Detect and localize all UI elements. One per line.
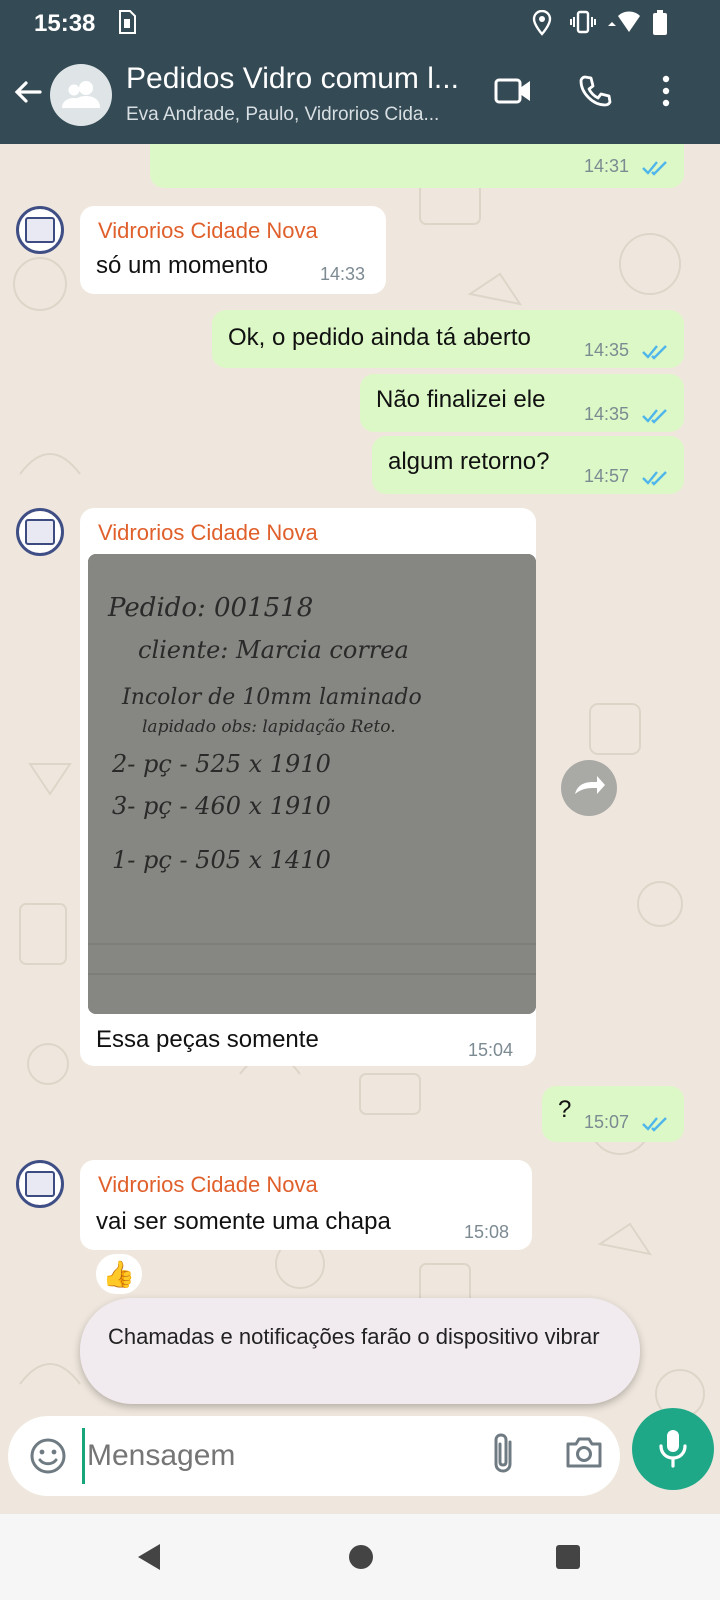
read-ticks-icon (642, 466, 670, 494)
message-bubble-outgoing[interactable]: 14:31 (150, 144, 684, 188)
nav-home-icon[interactable] (348, 1542, 374, 1577)
read-ticks-icon (642, 340, 670, 368)
message-text: Ok, o pedido ainda tá aberto (228, 324, 531, 351)
status-time: 15:38 (34, 10, 96, 37)
message-text: só um momento (96, 252, 269, 279)
vibrate-icon (570, 10, 596, 39)
message-bubble-incoming[interactable]: Vidrorios Cidade Nova só um momento 14:3… (80, 206, 386, 294)
message-bubble-incoming[interactable]: Vidrorios Cidade Nova vai ser somente um… (80, 1160, 532, 1250)
order-photo[interactable]: Pedido: 001518 cliente: Marcia correa In… (88, 554, 536, 1014)
reaction-thumbs-up-icon[interactable]: 👍 (94, 1252, 144, 1296)
location-icon (532, 9, 552, 41)
chat-header: Pedidos Vidro comum l... Eva Andrade, Pa… (0, 48, 720, 144)
battery-icon (652, 10, 668, 41)
nav-back-icon[interactable] (136, 1542, 162, 1577)
message-text: Não finalizei ele (376, 386, 546, 413)
microphone-icon (659, 1430, 687, 1468)
read-ticks-icon (642, 1112, 670, 1140)
image-caption: Essa peças somente (96, 1026, 319, 1053)
message-text: algum retorno? (388, 448, 550, 475)
read-ticks-icon (642, 404, 670, 432)
message-text: ? (558, 1096, 572, 1123)
sender-name: Vidrorios Cidade Nova (98, 520, 318, 545)
photo-line-3: Incolor de 10mm laminado (121, 685, 422, 710)
photo-line-5: 2- pç - 525 x 1910 (111, 750, 331, 778)
more-options-icon[interactable] (660, 74, 672, 113)
forward-button[interactable] (561, 760, 617, 816)
read-ticks-icon (642, 156, 670, 184)
back-arrow-icon[interactable] (12, 76, 44, 113)
message-bubble-outgoing[interactable]: Não finalizei ele 14:35 (360, 374, 684, 432)
video-call-icon[interactable] (494, 74, 532, 113)
message-time: 14:57 (584, 466, 630, 486)
sender-avatar[interactable] (16, 508, 64, 556)
toast-text: Chamadas e notificações farão o disposit… (108, 1324, 600, 1349)
message-time: 15:04 (468, 1040, 514, 1060)
attachment-icon[interactable] (488, 1432, 520, 1481)
photo-line-4: lapidado obs: lapidação Reto. (142, 717, 396, 737)
sim-alert-icon (118, 10, 136, 39)
message-bubble-outgoing[interactable]: ? 15:07 (542, 1086, 684, 1142)
photo-line-1: Pedido: 001518 (107, 593, 313, 623)
photo-line-2: cliente: Marcia correa (138, 636, 409, 664)
wifi-icon (606, 10, 642, 39)
group-avatar-icon[interactable] (50, 64, 112, 126)
message-time: 14:35 (584, 404, 630, 424)
message-composer (8, 1416, 620, 1496)
message-time: 14:31 (584, 156, 630, 176)
photo-line-7: 1- pç - 505 x 1410 (112, 846, 331, 874)
message-bubble-incoming-image[interactable]: Vidrorios Cidade Nova Pedido: 001518 cli… (80, 508, 536, 1066)
message-list[interactable]: 14:31 Vidrorios Cidade Nova só um moment… (0, 144, 720, 1416)
message-input[interactable] (82, 1428, 482, 1484)
photo-line-6: 3- pç - 460 x 1910 (112, 792, 331, 820)
sender-avatar[interactable] (16, 206, 64, 254)
composer-bar (0, 1408, 720, 1514)
nav-recents-icon[interactable] (554, 1542, 582, 1577)
voice-record-button[interactable] (632, 1408, 714, 1490)
sender-name: Vidrorios Cidade Nova (98, 1172, 318, 1197)
message-time: 14:33 (320, 264, 366, 284)
emoji-icon[interactable] (28, 1436, 68, 1481)
message-bubble-outgoing[interactable]: Ok, o pedido ainda tá aberto 14:35 (212, 310, 684, 368)
message-bubble-outgoing[interactable]: algum retorno? 14:57 (372, 436, 684, 494)
status-bar: 15:38 (0, 0, 720, 48)
system-nav-bar (0, 1514, 720, 1600)
vibrate-toast: Chamadas e notificações farão o disposit… (80, 1298, 640, 1404)
sender-name: Vidrorios Cidade Nova (98, 218, 318, 243)
chat-title[interactable]: Pedidos Vidro comum l... (126, 62, 478, 96)
message-text: vai ser somente uma chapa (96, 1208, 391, 1235)
message-time: 14:35 (584, 340, 630, 360)
chat-participants[interactable]: Eva Andrade, Paulo, Vidrorios Cida... (126, 104, 478, 126)
sender-avatar[interactable] (16, 1160, 64, 1208)
voice-call-icon[interactable] (578, 74, 612, 113)
message-time: 15:07 (584, 1112, 630, 1132)
camera-icon[interactable] (564, 1434, 604, 1475)
message-time: 15:08 (464, 1222, 510, 1242)
